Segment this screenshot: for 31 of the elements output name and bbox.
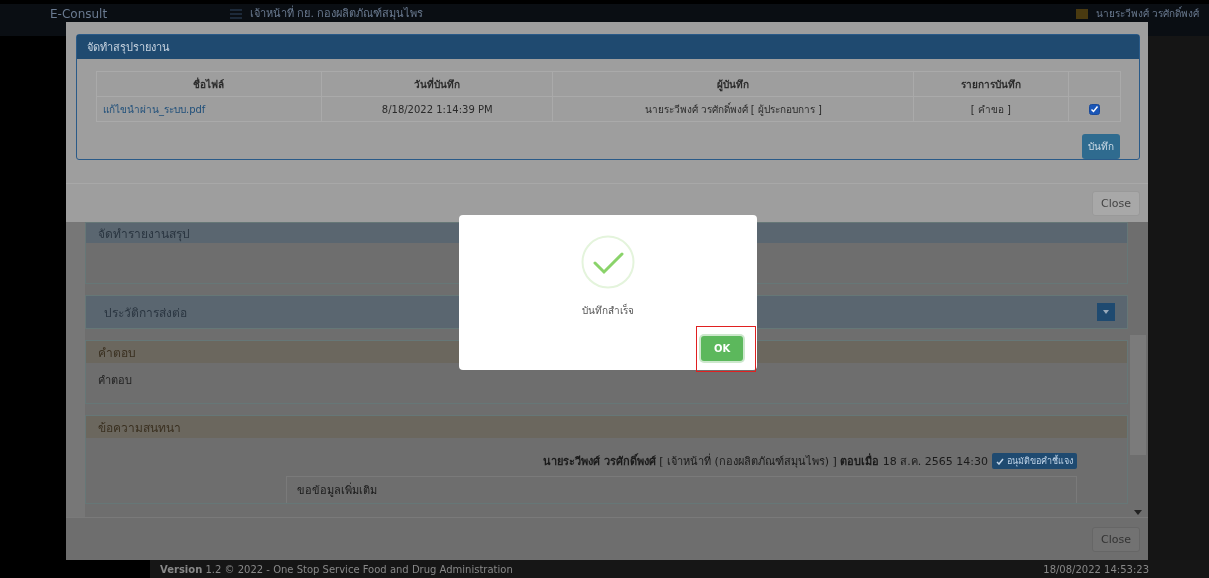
table-cell: 8/18/2022 1:14:39 PM: [321, 96, 553, 122]
toggle-button[interactable]: [1097, 303, 1115, 321]
check-icon: [996, 457, 1004, 465]
column-header: ผู้บันทึก: [552, 71, 914, 97]
table-cell: นายระวีพงศ์ วรศักดิ์พงศ์ [ ผู้ประกอบการ ]: [552, 96, 914, 122]
file-link[interactable]: แก้ไขนำผ่าน_ระบบ.pdf: [96, 96, 322, 122]
column-header: รายการบันทึก: [913, 71, 1069, 97]
flag-icon: [1075, 9, 1088, 19]
caret-icon: [1103, 310, 1109, 314]
author-line: นายระวีพงศ์ วรศักดิ์พงศ์ [ เจ้าหน้าที่ (กองผลิตภัณฑ์สมุนไพร) ] ตอบเมื่อ 18 ส.ค. 2565 14:30: [542, 452, 988, 470]
checkbox[interactable]: [1088, 103, 1100, 115]
ok-button[interactable]: OK: [701, 336, 743, 361]
panel-title: ข้อความสนทนา: [86, 416, 1127, 438]
status-badge: อนุมัติขอคำชี้แจง: [992, 453, 1077, 469]
column-header: ชื่อไฟล์: [96, 71, 322, 97]
page-title: เจ้าหน้าที่ กย. กองผลิตภัณฑ์สมุนไพร: [250, 7, 424, 21]
answer-text: คำตอบ: [98, 374, 132, 387]
close-button[interactable]: Close: [1092, 190, 1140, 216]
message-text: ขอข้อมูลเพิ่มเติม: [286, 476, 1077, 503]
success-check-icon: [581, 235, 635, 289]
panel-title: จัดทำสรุปรายงาน: [77, 35, 1139, 59]
scroll-down-icon[interactable]: [1134, 510, 1142, 515]
date-time: 18/08/2022 14:53:23: [1043, 563, 1149, 575]
user-name[interactable]: นายระวีพงศ์ วรศักดิ์พงศ์: [1095, 7, 1199, 21]
version-text: Version 1.2 © 2022 - One Stop Service Food and Drug Administration: [160, 563, 513, 575]
save-button[interactable]: บันทึก: [1082, 134, 1120, 159]
close-button[interactable]: Close: [1092, 526, 1140, 552]
success-message: บันทึกสำเร็จ: [582, 303, 634, 318]
column-header: วันที่บันทึก: [321, 71, 553, 97]
table-cell: [ คำขอ ]: [913, 96, 1069, 122]
brand-title: E-Consult: [49, 7, 109, 21]
